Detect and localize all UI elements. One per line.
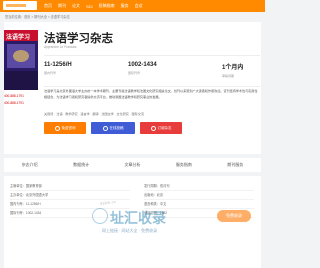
watermark-ring-icon	[92, 208, 108, 224]
stat-label: 国内刊号	[44, 71, 57, 75]
cover-title: 法语学习	[6, 35, 31, 41]
breadcrumb: 您当前位置：首页 > 期刊大全 > 法语学习杂志	[5, 15, 70, 19]
contact-box: 400-888-1791 400-888-1791	[4, 94, 38, 108]
tab-intro[interactable]: 杂志介绍	[22, 162, 38, 168]
journal-description: 法语学习是北京外国语大学主办的一本学术期刊，主要刊载法语教学和法国文化研究相关论…	[44, 89, 258, 99]
tab-guide[interactable]: 服务指南	[176, 162, 192, 168]
stat-value: 11-1256/H	[44, 62, 72, 68]
journal-title: 法语学习杂志	[44, 33, 113, 45]
info-row: 发行周期：双月刊	[144, 182, 254, 191]
nav-item-journals[interactable]: 期刊	[58, 3, 66, 9]
watermark-slogan: 网上链接 · 网站大全 · 免费收录	[102, 228, 158, 233]
nav-item-home[interactable]: 首页	[44, 3, 52, 9]
subscribe-button[interactable]: 订阅杂志	[140, 122, 182, 134]
submit-button[interactable]: 在线投稿	[91, 122, 135, 134]
stat-review: 1个月内 审稿周期	[222, 62, 243, 78]
subscribe-label: 订阅杂志	[157, 125, 172, 130]
section-tabs: 杂志介绍 数据统计 文章分析 服务指南 期刊服务	[4, 158, 261, 172]
cover-photo	[7, 44, 35, 68]
journal-cover: 法语学习	[4, 30, 38, 90]
chat-icon	[54, 125, 60, 131]
consult-label: 免费咨询	[61, 125, 76, 130]
site-logo[interactable]	[3, 1, 37, 10]
nav-item-service[interactable]: 服务	[121, 3, 129, 9]
stat-label: 国际刊号	[128, 71, 141, 75]
main-nav: 首页 期刊 论文 SCI 投稿指南 服务 会议	[44, 0, 149, 12]
nav-item-papers[interactable]: 论文	[72, 3, 80, 9]
submit-label: 在线投稿	[109, 125, 124, 130]
stat-value: 1002-1434	[128, 62, 157, 68]
stat-issn: 1002-1434 国际刊号	[128, 62, 157, 75]
nav-item-guide[interactable]: 投稿指南	[99, 3, 115, 9]
consult-button[interactable]: 免费咨询	[44, 122, 86, 134]
watermark-overlay: 91link.cn 址汇收录 免费收录 网上链接 · 网站大全 · 免费收录	[72, 198, 262, 240]
journal-stats: 11-1256/H 国内刊号 1002-1434 国际刊号 1个月内 审稿周期	[44, 55, 260, 87]
watermark-brand: 址汇收录	[110, 210, 166, 226]
tab-service[interactable]: 期刊服务	[227, 162, 243, 168]
phone-number: 400-888-1791	[4, 101, 24, 105]
cover-band	[4, 71, 38, 90]
stat-label: 审稿周期	[222, 74, 235, 78]
phone-number: 400-888-1791	[4, 94, 24, 98]
action-buttons: 免费咨询 在线投稿 订阅杂志	[44, 122, 187, 134]
journal-subtitle: Apprendre Le Francais	[44, 45, 77, 49]
nav-item-sci[interactable]: SCI	[86, 4, 93, 9]
info-row: 主管单位：国家教育部	[10, 182, 130, 191]
journal-card: 法语学习 400-888-1791 400-888-1791 法语学习杂志 Ap…	[4, 22, 261, 154]
stat-value: 1个月内	[222, 65, 244, 71]
tab-analysis[interactable]: 文章分析	[124, 162, 140, 168]
stat-cn: 11-1256/H 国内刊号	[44, 62, 72, 75]
watermark-url: 91link.cn	[99, 198, 117, 207]
journal-tags: 关键词：法语 · 教学研究 · 语言学 · 翻译 · 法国文学 · 文化研究 ·…	[44, 112, 145, 116]
top-navigation-bar: 首页 期刊 论文 SCI 投稿指南 服务 会议	[0, 0, 265, 12]
cart-icon	[150, 125, 156, 131]
watermark-badge: 免费收录	[217, 210, 251, 222]
upload-icon	[102, 125, 108, 131]
nav-item-meeting[interactable]: 会议	[135, 3, 143, 9]
tab-stats[interactable]: 数据统计	[73, 162, 89, 168]
